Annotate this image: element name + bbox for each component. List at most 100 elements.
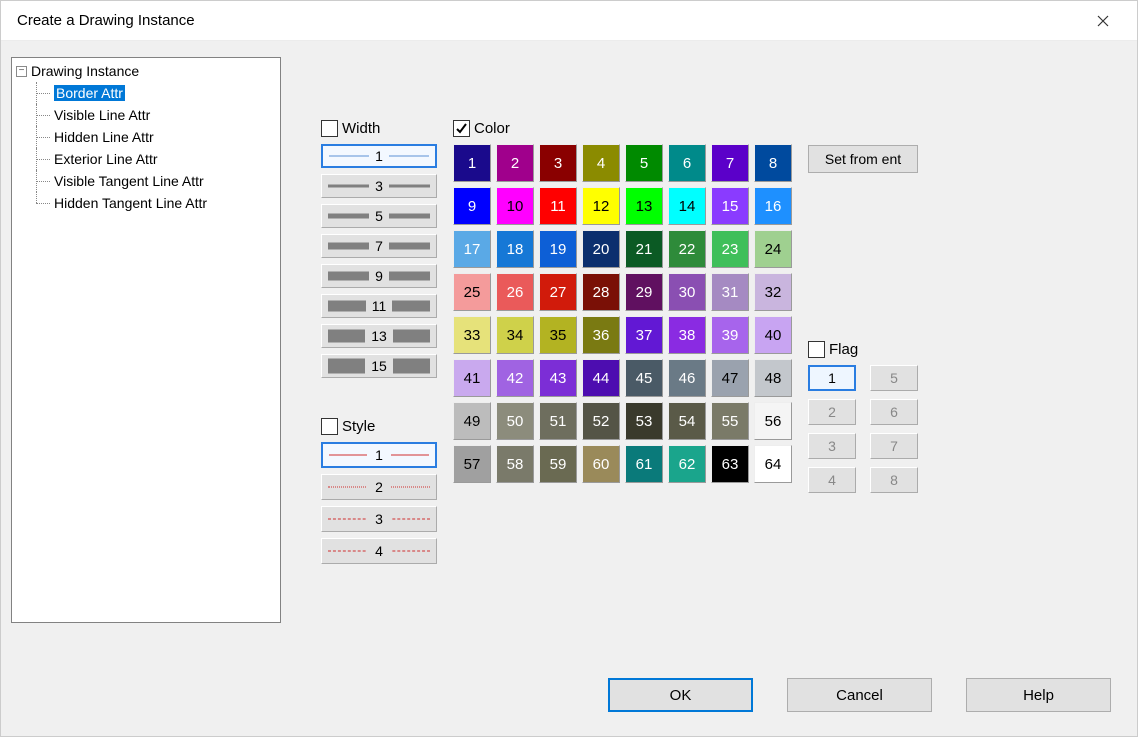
color-swatch[interactable]: 26 <box>496 273 534 311</box>
color-swatch[interactable]: 38 <box>668 316 706 354</box>
color-swatch[interactable]: 42 <box>496 359 534 397</box>
color-swatch[interactable]: 20 <box>582 230 620 268</box>
color-swatch[interactable]: 33 <box>453 316 491 354</box>
color-swatch[interactable]: 61 <box>625 445 663 483</box>
width-option[interactable]: 13 <box>321 324 437 348</box>
color-swatch[interactable]: 31 <box>711 273 749 311</box>
color-swatch[interactable]: 62 <box>668 445 706 483</box>
tree-collapse-icon[interactable]: − <box>16 66 27 77</box>
flag-option[interactable]: 5 <box>870 365 918 391</box>
color-swatch[interactable]: 4 <box>582 144 620 182</box>
color-swatch[interactable]: 48 <box>754 359 792 397</box>
width-checkbox[interactable] <box>321 120 338 137</box>
flag-checkbox[interactable] <box>808 341 825 358</box>
color-swatch[interactable]: 45 <box>625 359 663 397</box>
style-option[interactable]: 2 <box>321 474 437 500</box>
flag-option[interactable]: 8 <box>870 467 918 493</box>
color-swatch[interactable]: 14 <box>668 187 706 225</box>
cancel-button[interactable]: Cancel <box>787 678 932 712</box>
color-swatch[interactable]: 64 <box>754 445 792 483</box>
color-swatch[interactable]: 51 <box>539 402 577 440</box>
color-swatch[interactable]: 37 <box>625 316 663 354</box>
style-checkbox[interactable] <box>321 418 338 435</box>
color-swatch[interactable]: 17 <box>453 230 491 268</box>
color-swatch[interactable]: 21 <box>625 230 663 268</box>
help-button[interactable]: Help <box>966 678 1111 712</box>
width-option[interactable]: 5 <box>321 204 437 228</box>
color-swatch[interactable]: 6 <box>668 144 706 182</box>
color-swatch[interactable]: 30 <box>668 273 706 311</box>
color-swatch[interactable]: 50 <box>496 402 534 440</box>
tree-item[interactable]: Border Attr <box>36 82 276 104</box>
color-swatch[interactable]: 60 <box>582 445 620 483</box>
color-swatch[interactable]: 27 <box>539 273 577 311</box>
color-swatch[interactable]: 8 <box>754 144 792 182</box>
tree-item[interactable]: Hidden Tangent Line Attr <box>36 192 276 214</box>
width-option[interactable]: 15 <box>321 354 437 378</box>
color-swatch[interactable]: 39 <box>711 316 749 354</box>
set-from-ent-button[interactable]: Set from ent <box>808 145 918 173</box>
color-swatch[interactable]: 9 <box>453 187 491 225</box>
width-option[interactable]: 7 <box>321 234 437 258</box>
width-option[interactable]: 1 <box>321 144 437 168</box>
width-option[interactable]: 11 <box>321 294 437 318</box>
color-swatch[interactable]: 3 <box>539 144 577 182</box>
color-swatch[interactable]: 54 <box>668 402 706 440</box>
color-swatch[interactable]: 36 <box>582 316 620 354</box>
color-swatch[interactable]: 56 <box>754 402 792 440</box>
color-swatch[interactable]: 55 <box>711 402 749 440</box>
close-button[interactable] <box>1081 5 1125 37</box>
flag-option[interactable]: 6 <box>870 399 918 425</box>
color-swatch[interactable]: 49 <box>453 402 491 440</box>
color-swatch[interactable]: 25 <box>453 273 491 311</box>
color-swatch[interactable]: 11 <box>539 187 577 225</box>
color-swatch[interactable]: 5 <box>625 144 663 182</box>
tree-item[interactable]: Hidden Line Attr <box>36 126 276 148</box>
color-swatch[interactable]: 7 <box>711 144 749 182</box>
color-swatch[interactable]: 57 <box>453 445 491 483</box>
color-swatch[interactable]: 52 <box>582 402 620 440</box>
color-swatch[interactable]: 24 <box>754 230 792 268</box>
color-swatch[interactable]: 58 <box>496 445 534 483</box>
flag-option[interactable]: 2 <box>808 399 856 425</box>
color-swatch[interactable]: 40 <box>754 316 792 354</box>
color-swatch[interactable]: 15 <box>711 187 749 225</box>
color-swatch[interactable]: 12 <box>582 187 620 225</box>
color-swatch[interactable]: 23 <box>711 230 749 268</box>
flag-option[interactable]: 7 <box>870 433 918 459</box>
style-option[interactable]: 3 <box>321 506 437 532</box>
color-swatch[interactable]: 59 <box>539 445 577 483</box>
style-option[interactable]: 1 <box>321 442 437 468</box>
flag-option[interactable]: 1 <box>808 365 856 391</box>
color-swatch[interactable]: 28 <box>582 273 620 311</box>
color-swatch[interactable]: 47 <box>711 359 749 397</box>
color-checkbox[interactable] <box>453 120 470 137</box>
color-swatch[interactable]: 10 <box>496 187 534 225</box>
color-swatch[interactable]: 34 <box>496 316 534 354</box>
color-swatch[interactable]: 16 <box>754 187 792 225</box>
flag-option[interactable]: 4 <box>808 467 856 493</box>
width-option[interactable]: 9 <box>321 264 437 288</box>
color-swatch[interactable]: 22 <box>668 230 706 268</box>
color-swatch[interactable]: 1 <box>453 144 491 182</box>
color-swatch[interactable]: 2 <box>496 144 534 182</box>
flag-option[interactable]: 3 <box>808 433 856 459</box>
color-swatch[interactable]: 18 <box>496 230 534 268</box>
color-swatch[interactable]: 13 <box>625 187 663 225</box>
color-swatch[interactable]: 44 <box>582 359 620 397</box>
color-swatch[interactable]: 29 <box>625 273 663 311</box>
tree-item[interactable]: Visible Line Attr <box>36 104 276 126</box>
tree-item[interactable]: Visible Tangent Line Attr <box>36 170 276 192</box>
color-swatch[interactable]: 46 <box>668 359 706 397</box>
width-option[interactable]: 3 <box>321 174 437 198</box>
color-swatch[interactable]: 32 <box>754 273 792 311</box>
color-swatch[interactable]: 19 <box>539 230 577 268</box>
color-swatch[interactable]: 43 <box>539 359 577 397</box>
tree-root[interactable]: − Drawing Instance <box>16 60 276 82</box>
color-swatch[interactable]: 53 <box>625 402 663 440</box>
style-option[interactable]: 4 <box>321 538 437 564</box>
color-swatch[interactable]: 35 <box>539 316 577 354</box>
color-swatch[interactable]: 41 <box>453 359 491 397</box>
tree-item[interactable]: Exterior Line Attr <box>36 148 276 170</box>
color-swatch[interactable]: 63 <box>711 445 749 483</box>
